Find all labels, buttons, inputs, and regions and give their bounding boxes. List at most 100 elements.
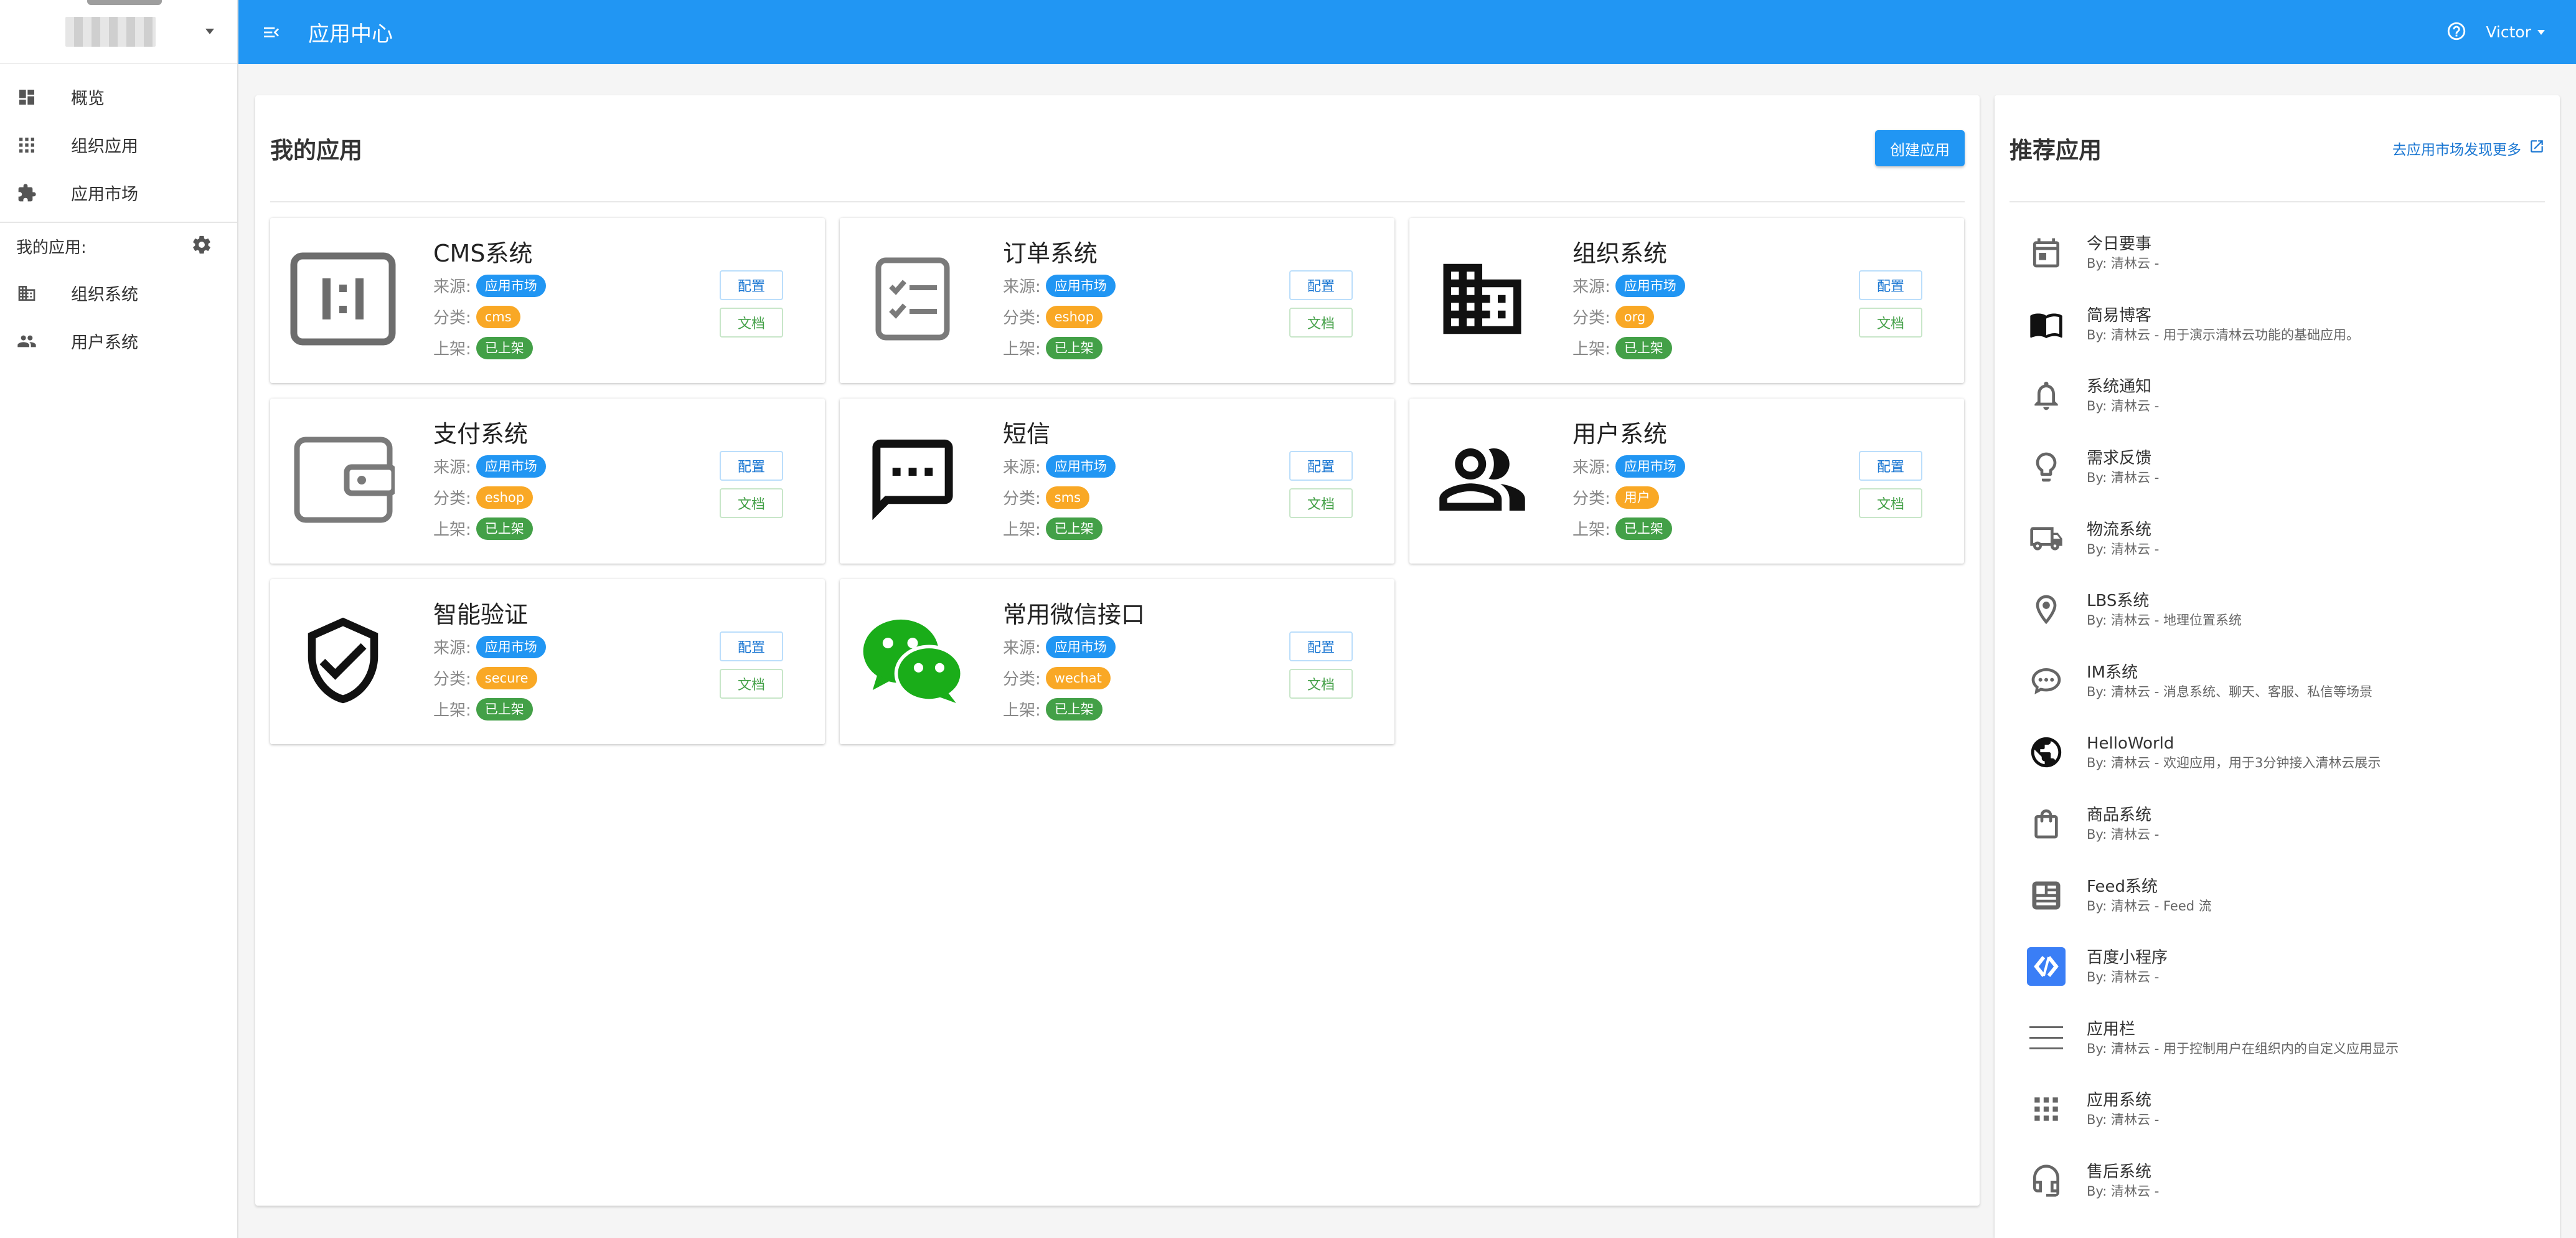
app-status-row: 上架: 已上架 [433,336,533,359]
docs-button[interactable]: 文档 [1859,488,1922,518]
discover-more-link[interactable]: 去应用市场发现更多 [2392,138,2545,159]
app-card[interactable]: 订单系统 来源: 应用市场 分类: eshop 上架: 已上架 配置 文档 [840,218,1394,383]
sidebar-item-label: 用户系统 [71,333,138,352]
recommended-item-name: 简易博客 [2087,306,2152,325]
config-button[interactable]: 配置 [1289,631,1353,661]
recommended-item-text: 今日要事 By: 清林云 - [2087,234,2159,272]
app-card[interactable]: 短信 来源: 应用市场 分类: sms 上架: 已上架 配置 文档 [840,399,1394,564]
sms-icon [860,433,966,526]
docs-button[interactable]: 文档 [1859,308,1922,338]
recommended-item[interactable]: 简易博客 By: 清林云 - 用于演示清林云功能的基础应用。 [1995,289,2560,361]
recommended-item-name: 应用系统 [2087,1091,2152,1110]
docs-button[interactable]: 文档 [720,669,783,699]
sidebar-item-app-market[interactable]: 应用市场 [0,169,237,217]
recommended-item[interactable]: 售后系统 By: 清林云 - [1995,1145,2560,1217]
user-name: Victor [2486,23,2531,41]
recommended-item[interactable]: IM系统 By: 清林云 - 消息系统、聊天、客服、私信等场景 [1995,646,2560,717]
calendar-icon [2027,234,2066,272]
recommended-item-author: By: 清林云 - 用于控制用户在组织内的自定义应用显示 [2087,1041,2399,1056]
my-apps-panel-header: 我的应用 创建应用 [270,95,1965,202]
app-name: CMS系统 [433,240,533,267]
config-button[interactable]: 配置 [1859,270,1922,300]
menu-collapse-icon[interactable] [261,22,282,43]
apps-grid-icon [16,135,37,156]
sidebar-item-overview[interactable]: 概览 [0,73,237,121]
discover-more-label: 去应用市场发现更多 [2392,142,2521,158]
field-label: 分类: [1003,489,1041,508]
sidebar-item-label: 概览 [71,89,105,108]
recommended-item[interactable]: LBS系统 By: 清林云 - 地理位置系统 [1995,574,2560,646]
checklist-icon [860,252,966,346]
recommended-item-name: 商品系统 [2087,806,2152,825]
sidebar-item-user-system[interactable]: 用户系统 [0,317,237,365]
sidebar-item-org-system[interactable]: 组织系统 [0,269,237,317]
app-card[interactable]: 支付系统 来源: 应用市场 分类: eshop 上架: 已上架 配置 文档 [270,399,825,564]
status-badge: 已上架 [1615,517,1672,540]
recommended-item-text: 系统通知 By: 清林云 - [2087,376,2159,415]
puzzle-icon [16,182,37,204]
app-card[interactable]: 用户系统 来源: 应用市场 分类: 用户 上架: 已上架 配置 文档 [1409,399,1964,564]
org-switcher[interactable] [0,0,237,64]
recommended-item-name: Feed系统 [2087,877,2158,896]
help-icon[interactable] [2446,21,2467,44]
config-button[interactable]: 配置 [720,270,783,300]
recommended-item[interactable]: Feed系统 By: 清林云 - Feed 流 [1995,859,2560,931]
recommended-item-author: By: 清林云 - 地理位置系统 [2087,613,2242,628]
recommended-item[interactable]: 系统通知 By: 清林云 - [1995,360,2560,432]
status-badge: 已上架 [1045,517,1102,540]
source-badge: 应用市场 [476,455,546,478]
recommended-item[interactable]: 商品系统 By: 清林云 - [1995,788,2560,860]
recommended-item-text: 需求反馈 By: 清林云 - [2087,448,2159,486]
docs-button[interactable]: 文档 [1289,308,1353,338]
app-source-row: 来源: 应用市场 [1003,274,1116,297]
source-badge: 应用市场 [1615,274,1685,297]
recommended-item-text: 售后系统 By: 清林云 - [2087,1161,2159,1200]
recommended-item[interactable]: 今日要事 By: 清林云 - [1995,217,2560,289]
app-card[interactable]: 智能验证 来源: 应用市场 分类: secure 上架: 已上架 配置 文档 [270,579,825,744]
status-badge: 已上架 [1045,336,1102,359]
docs-button[interactable]: 文档 [720,308,783,338]
field-label: 上架: [433,701,471,720]
docs-button[interactable]: 文档 [1289,488,1353,518]
recommended-item-name: 百度小程序 [2087,948,2168,968]
recommended-item[interactable]: 应用系统 By: 清林云 - [1995,1074,2560,1145]
page-title: 应用中心 [308,22,393,47]
recommended-item[interactable]: 百度小程序 By: 清林云 - [1995,931,2560,1003]
recommended-item[interactable]: 应用栏 By: 清林云 - 用于控制用户在组织内的自定义应用显示 [1995,1003,2560,1074]
config-button[interactable]: 配置 [1289,451,1353,481]
app-card[interactable]: 常用微信接口 来源: 应用市场 分类: wechat 上架: 已上架 配置 文档 [840,579,1394,744]
recommended-item[interactable]: 物流系统 By: 清林云 - [1995,503,2560,574]
app-category-row: 分类: org [1572,305,1655,328]
config-button[interactable]: 配置 [1859,451,1922,481]
docs-button[interactable]: 文档 [720,488,783,518]
app-category-row: 分类: cms [433,305,520,328]
app-source-row: 来源: 应用市场 [433,635,546,658]
config-button[interactable]: 配置 [1289,270,1353,300]
field-label: 来源: [1003,458,1041,477]
config-button[interactable]: 配置 [720,631,783,661]
org-tab-indicator [87,0,162,5]
source-badge: 应用市场 [1615,455,1685,478]
recommended-item[interactable]: 需求反馈 By: 清林云 - [1995,432,2560,503]
app-status-row: 上架: 已上架 [1003,517,1102,540]
app-root: 概览 组织应用 应用市场 我的应用: 组织系统 用户系统 应用中心 Victor… [0,0,2576,1238]
app-card[interactable]: 组织系统 来源: 应用市场 分类: org 上架: 已上架 配置 文档 [1409,218,1964,383]
category-badge: sms [1045,486,1090,509]
topbar-actions: Victor [2446,0,2545,64]
field-label: 来源: [433,639,471,658]
docs-button[interactable]: 文档 [1289,669,1353,699]
category-badge: secure [476,666,537,689]
app-category-row: 分类: sms [1003,486,1090,509]
user-menu[interactable]: Victor [2486,23,2545,41]
gear-icon[interactable] [191,234,212,258]
my-apps-title: 我的应用 [270,137,362,164]
recommended-item[interactable]: HelloWorld By: 清林云 - 欢迎应用，用于3分钟接入清林云展示 [1995,717,2560,788]
recommended-item-author: By: 清林云 - 用于演示清林云功能的基础应用。 [2087,327,2359,343]
config-button[interactable]: 配置 [720,451,783,481]
top-app-bar: 应用中心 Victor [238,0,2576,64]
app-card[interactable]: CMS系统 来源: 应用市场 分类: cms 上架: 已上架 配置 文档 [270,218,825,383]
app-name: 组织系统 [1572,240,1668,267]
create-app-button[interactable]: 创建应用 [1875,130,1965,166]
sidebar-item-org-apps[interactable]: 组织应用 [0,121,237,169]
app-category-row: 分类: wechat [1003,666,1111,689]
